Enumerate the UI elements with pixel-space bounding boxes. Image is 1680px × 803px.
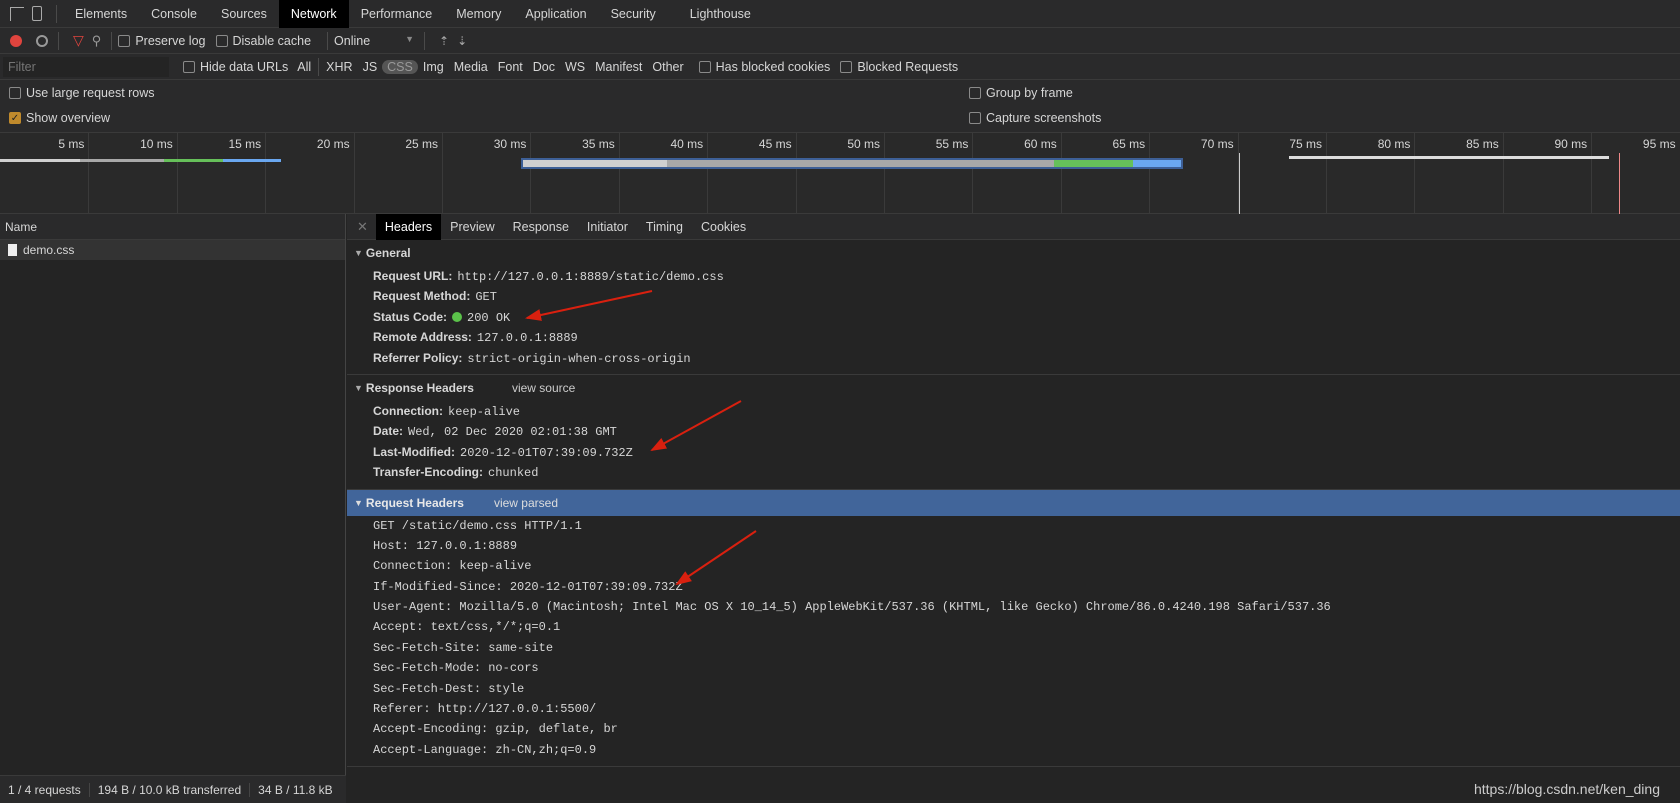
watermark: https://blog.csdn.net/ken_ding [1473,781,1660,797]
annotation-arrow [650,400,742,451]
annotation-arrow [675,530,757,586]
annotation-arrow [525,290,653,321]
annotation-arrows [525,290,757,586]
